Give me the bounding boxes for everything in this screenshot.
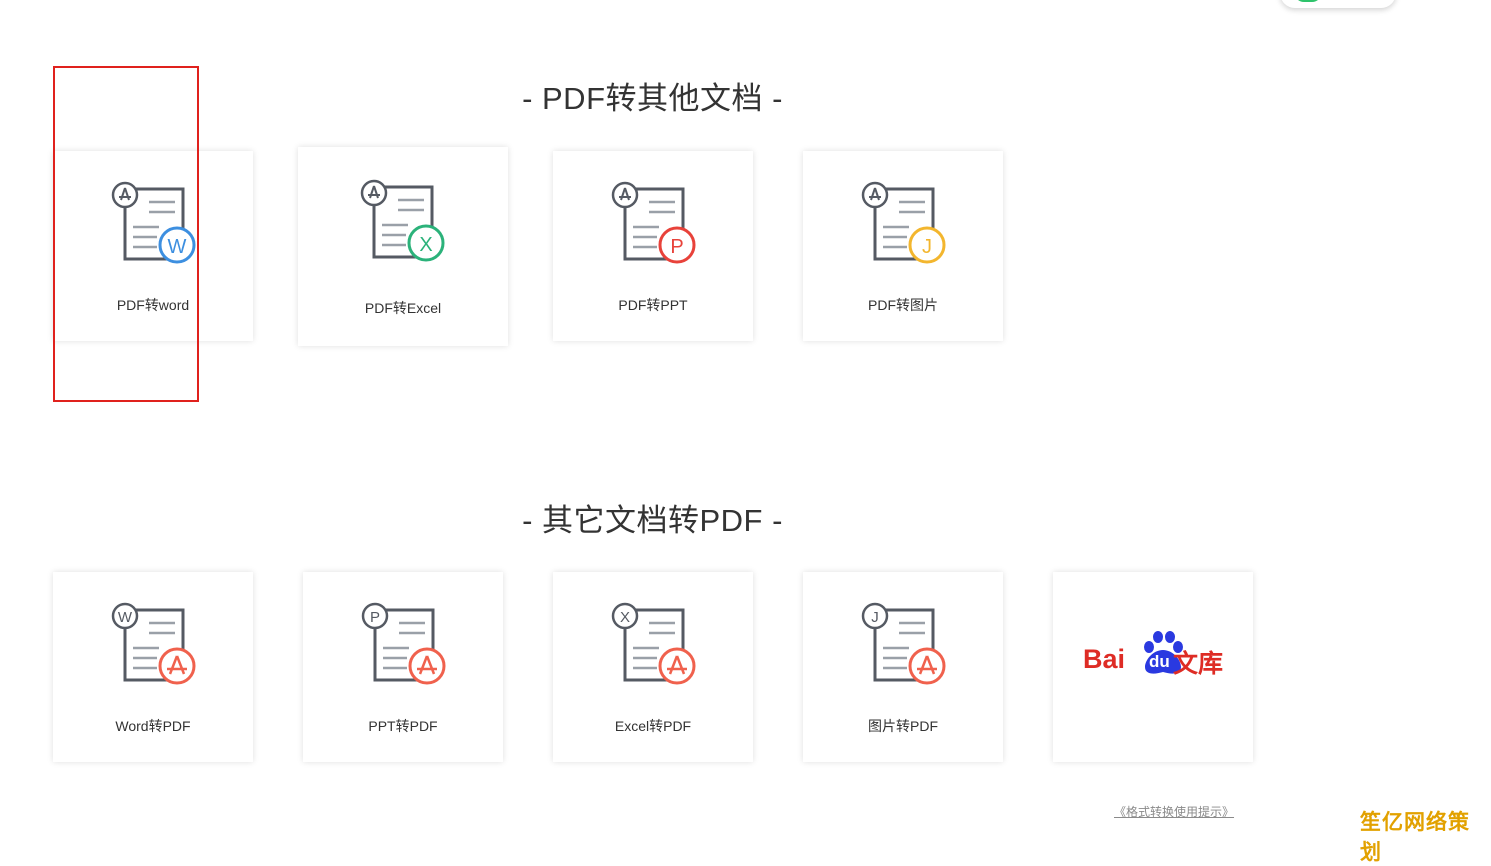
card-label: PDF转PPT <box>618 297 688 313</box>
card-label: PDF转图片 <box>868 297 938 313</box>
svg-text:P: P <box>370 609 380 626</box>
svg-text:P: P <box>670 236 683 258</box>
ppt-to-pdf-icon: P <box>361 602 446 685</box>
card-baidu-wenku[interactable]: Bai du 文库 <box>1053 572 1253 762</box>
card-word-to-pdf[interactable]: W Word转PDF <box>53 572 253 762</box>
word-to-pdf-icon: W <box>111 602 196 685</box>
card-image-to-pdf[interactable]: J 图片转PDF <box>803 572 1003 762</box>
card-label: PDF转word <box>116 297 190 313</box>
pdf-to-excel-icon: X <box>360 179 445 262</box>
pdf-to-ppt-icon: P <box>611 181 696 264</box>
floating-widget[interactable] <box>1280 0 1396 8</box>
card-pdf-to-word[interactable]: W PDF转word <box>53 151 253 341</box>
card-pdf-to-excel[interactable]: X PDF转Excel <box>298 147 508 346</box>
svg-text:X: X <box>419 234 432 256</box>
card-pdf-to-image[interactable]: J PDF转图片 <box>803 151 1003 341</box>
svg-text:J: J <box>922 236 932 258</box>
card-label: PPT转PDF <box>368 718 438 734</box>
pdf-to-word-icon: W <box>111 181 196 264</box>
excel-to-pdf-icon: X <box>611 602 696 685</box>
card-label: 图片转PDF <box>868 718 938 734</box>
svg-text:X: X <box>620 609 630 626</box>
card-label: Excel转PDF <box>614 718 692 734</box>
status-dot <box>1294 0 1322 2</box>
card-label: Word转PDF <box>115 718 191 734</box>
svg-text:W: W <box>168 236 187 258</box>
svg-text:J: J <box>871 609 879 626</box>
watermark: 笙亿网络策划 <box>1360 810 1470 864</box>
baidu-wenku-logo: Bai du 文库 <box>1083 630 1225 680</box>
card-pdf-to-ppt[interactable]: P PDF转PPT <box>553 151 753 341</box>
card-label: PDF转Excel <box>364 300 442 316</box>
section-title-other-to-pdf: - 其它文档转PDF - <box>522 503 783 538</box>
pdf-to-image-icon: J <box>861 181 946 264</box>
card-ppt-to-pdf[interactable]: P PPT转PDF <box>303 572 503 762</box>
section-title-pdf-to-other: - PDF转其他文档 - <box>522 81 783 116</box>
svg-text:W: W <box>118 609 133 626</box>
format-tips-link[interactable]: 《格式转换使用提示》 <box>1114 803 1234 820</box>
card-excel-to-pdf[interactable]: X Excel转PDF <box>553 572 753 762</box>
image-to-pdf-icon: J <box>861 602 946 685</box>
